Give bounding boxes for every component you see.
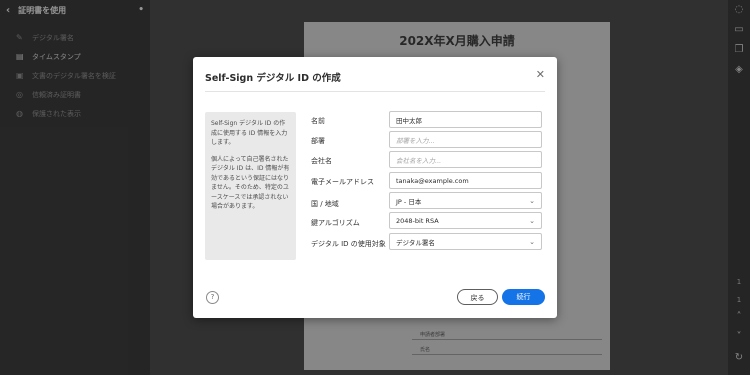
app-window: ‹ 証明書を使用 • ✎ デジタル署名 ▤ タイムスタンプ ▣ 文書のデジタル署… <box>0 0 750 375</box>
company-label: 会社名 <box>311 157 332 165</box>
chevron-down-icon: ⌄ <box>529 216 535 225</box>
chevron-down-icon: ⌄ <box>529 237 535 246</box>
divider <box>205 91 545 92</box>
country-select[interactable]: JP - 日本 ⌄ <box>389 192 542 209</box>
info-text: Self-Sign デジタル ID の作成に使用する ID 情報を入力します。 <box>211 120 288 146</box>
usage-select[interactable]: デジタル署名 ⌄ <box>389 233 542 250</box>
algorithm-label: 鍵アルゴリズム <box>311 219 360 227</box>
company-field[interactable]: 会社名を入力... <box>389 151 542 168</box>
info-panel: Self-Sign デジタル ID の作成に使用する ID 情報を入力します。 … <box>205 112 296 260</box>
help-icon[interactable]: ? <box>206 291 219 304</box>
create-digital-id-dialog: Self-Sign デジタル ID の作成 ✕ Self-Sign デジタル I… <box>193 57 557 318</box>
dialog-title: Self-Sign デジタル ID の作成 <box>205 73 341 84</box>
algorithm-value: 2048-bit RSA <box>396 216 439 225</box>
email-field[interactable]: tanaka@example.com <box>389 172 542 189</box>
info-text: 個人によって自己署名されたデジタル ID は、ID 情報が有効であるという保証に… <box>211 155 290 211</box>
country-label: 国 / 地域 <box>311 200 339 208</box>
close-icon[interactable]: ✕ <box>536 68 545 81</box>
name-field[interactable]: 田中太郎 <box>389 111 542 128</box>
back-button[interactable]: 戻る <box>457 289 498 305</box>
email-label: 電子メールアドレス <box>311 178 374 186</box>
usage-label: デジタル ID の使用対象 <box>311 240 386 248</box>
country-value: JP - 日本 <box>396 197 422 206</box>
chevron-down-icon: ⌄ <box>529 196 535 205</box>
algorithm-select[interactable]: 2048-bit RSA ⌄ <box>389 212 542 229</box>
continue-button[interactable]: 続行 <box>502 289 545 305</box>
dept-field[interactable]: 部署を入力... <box>389 131 542 148</box>
dept-label: 部署 <box>311 137 325 145</box>
usage-value: デジタル署名 <box>396 238 435 247</box>
name-label: 名前 <box>311 117 325 125</box>
